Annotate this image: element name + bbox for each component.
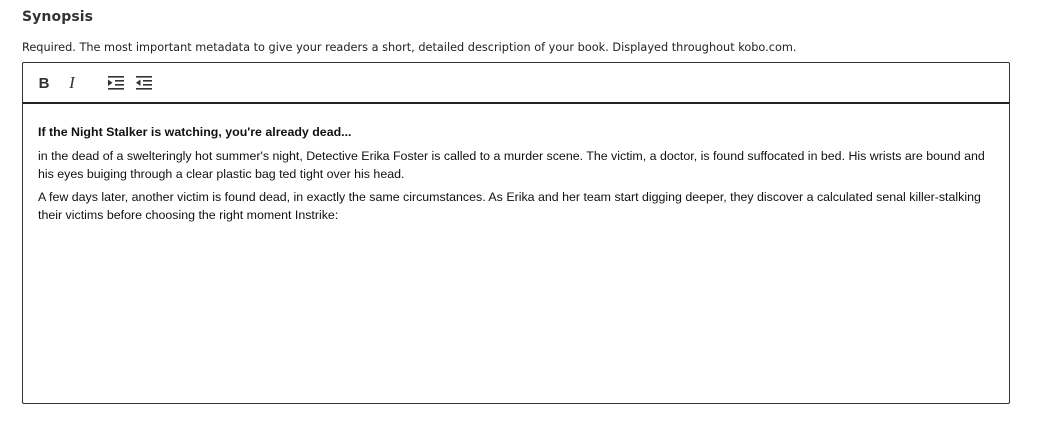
synopsis-editor[interactable]: B I If the Night Stalker is watching, yo… [22,62,1010,404]
synopsis-paragraph: in the dead of a swelteringly hot summer… [38,149,985,181]
section-title: Synopsis [22,9,94,25]
helper-text: Required. The most important metadata to… [22,41,797,54]
editor-toolbar: B I [23,63,1009,104]
indent-icon[interactable] [108,74,124,92]
synopsis-paragraph: A few days later, another victim is foun… [38,190,981,222]
outdent-icon[interactable] [136,74,152,92]
italic-button[interactable]: I [65,73,79,92]
editor-content[interactable]: If the Night Stalker is watching, you're… [38,123,998,229]
synopsis-tagline: If the Night Stalker is watching, you're… [38,125,352,139]
bold-button[interactable]: B [37,74,51,92]
